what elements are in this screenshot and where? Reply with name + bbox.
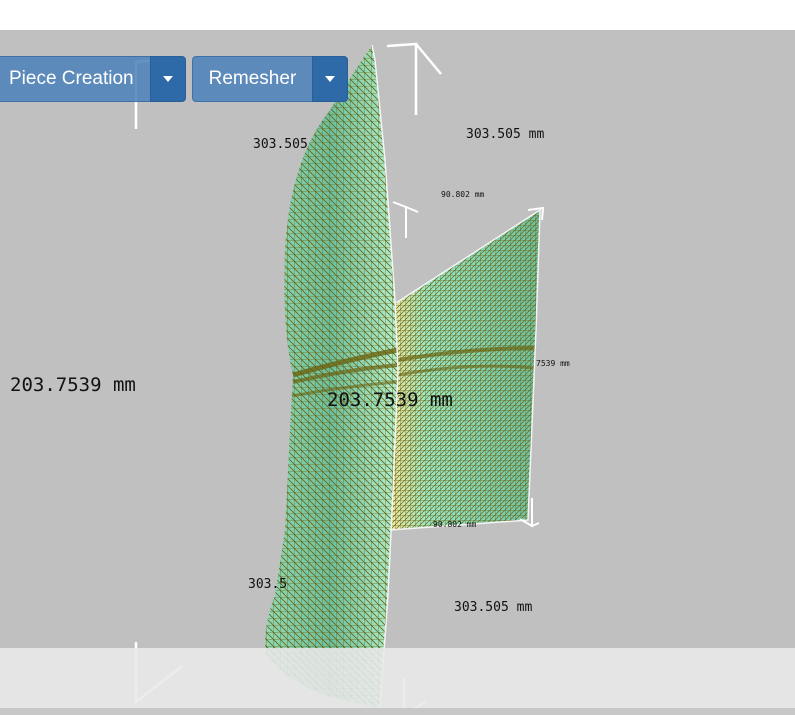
caret-down-icon <box>325 76 336 82</box>
top-strip <box>0 0 795 30</box>
dimension-width-bottom-left: 303.5 <box>248 577 288 592</box>
caret-down-icon <box>162 76 173 82</box>
remesher-dropdown-toggle[interactable] <box>312 56 349 102</box>
piece-creation-dropdown-toggle[interactable] <box>149 56 186 102</box>
dimension-small-width-top: 90.802 mm <box>441 190 485 199</box>
dimension-width-bottom-right: 303.505 mm <box>454 600 533 615</box>
dimension-height-left: 203.7539 mm <box>10 374 136 396</box>
mesh-panel-right <box>389 208 541 531</box>
piece-creation-split-button: Piece Creation <box>0 56 186 102</box>
axis-widget-top <box>386 42 442 115</box>
remesher-split-button: Remesher <box>191 56 349 102</box>
bottom-overlay-bar <box>0 648 795 708</box>
axis-widget-middle <box>392 201 419 238</box>
3d-viewport[interactable]: 303.505 303.505 mm 90.802 mm 203.7539 mm… <box>0 30 795 715</box>
remesher-button[interactable]: Remesher <box>191 56 313 102</box>
mesh-scene[interactable] <box>0 30 795 715</box>
dimension-height-center: 203.7539 mm <box>327 389 453 411</box>
dimension-width-top-right: 303.505 mm <box>466 127 545 142</box>
toolbar: Piece Creation Remesher <box>0 56 349 102</box>
dimension-width-top-left: 303.505 <box>253 137 308 152</box>
piece-creation-button[interactable]: Piece Creation <box>0 56 150 102</box>
dimension-height-right: 7539 mm <box>536 359 570 368</box>
dimension-small-width-bottom: 90.802 mm <box>433 520 477 529</box>
bottom-edge <box>0 708 795 715</box>
